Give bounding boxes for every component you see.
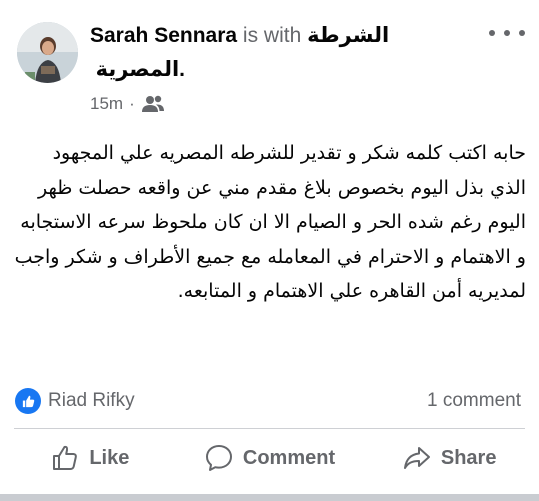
avatar-image bbox=[17, 22, 78, 83]
post-header: Sarah Sennara is with الشرطة bbox=[90, 20, 470, 52]
tagged-page-name-continued[interactable]: المصرية. bbox=[90, 54, 185, 86]
action-bar: Like Comment Share bbox=[0, 434, 539, 482]
more-options-icon[interactable] bbox=[489, 22, 525, 44]
like-reaction-icon bbox=[15, 388, 41, 414]
thumbs-up-icon bbox=[53, 445, 78, 470]
post-body-text: حابه اكتب كلمه شكر و تقدير للشرطه المصري… bbox=[14, 142, 526, 302]
share-icon bbox=[403, 447, 430, 469]
meta-separator: · bbox=[129, 94, 135, 113]
comment-count[interactable]: 1 comment bbox=[427, 390, 521, 412]
like-label: Like bbox=[89, 446, 130, 469]
reactor-names: Riad Rifky bbox=[48, 390, 135, 411]
post-timestamp[interactable]: 15m bbox=[90, 94, 123, 114]
divider bbox=[14, 428, 525, 429]
with-text: is with bbox=[242, 24, 302, 47]
author-name[interactable]: Sarah Sennara bbox=[90, 24, 237, 47]
feed-separator bbox=[0, 494, 539, 501]
post-card: Sarah Sennara is with الشرطة المصرية. 15… bbox=[0, 0, 539, 501]
tagged-page-name[interactable]: الشرطة bbox=[307, 24, 389, 47]
share-label: Share bbox=[440, 446, 497, 469]
author-avatar[interactable] bbox=[17, 22, 78, 83]
comment-icon bbox=[205, 445, 232, 471]
more-dot bbox=[519, 30, 525, 36]
more-dot bbox=[489, 30, 495, 36]
reaction-summary[interactable]: Riad Rifky bbox=[15, 388, 135, 414]
friends-icon[interactable] bbox=[141, 94, 165, 114]
like-button[interactable]: Like bbox=[0, 434, 180, 482]
comment-label: Comment bbox=[242, 446, 336, 469]
post-meta: 15m · bbox=[90, 94, 165, 114]
share-button[interactable]: Share bbox=[359, 434, 539, 482]
more-dot bbox=[504, 30, 510, 36]
comment-button[interactable]: Comment bbox=[180, 434, 360, 482]
